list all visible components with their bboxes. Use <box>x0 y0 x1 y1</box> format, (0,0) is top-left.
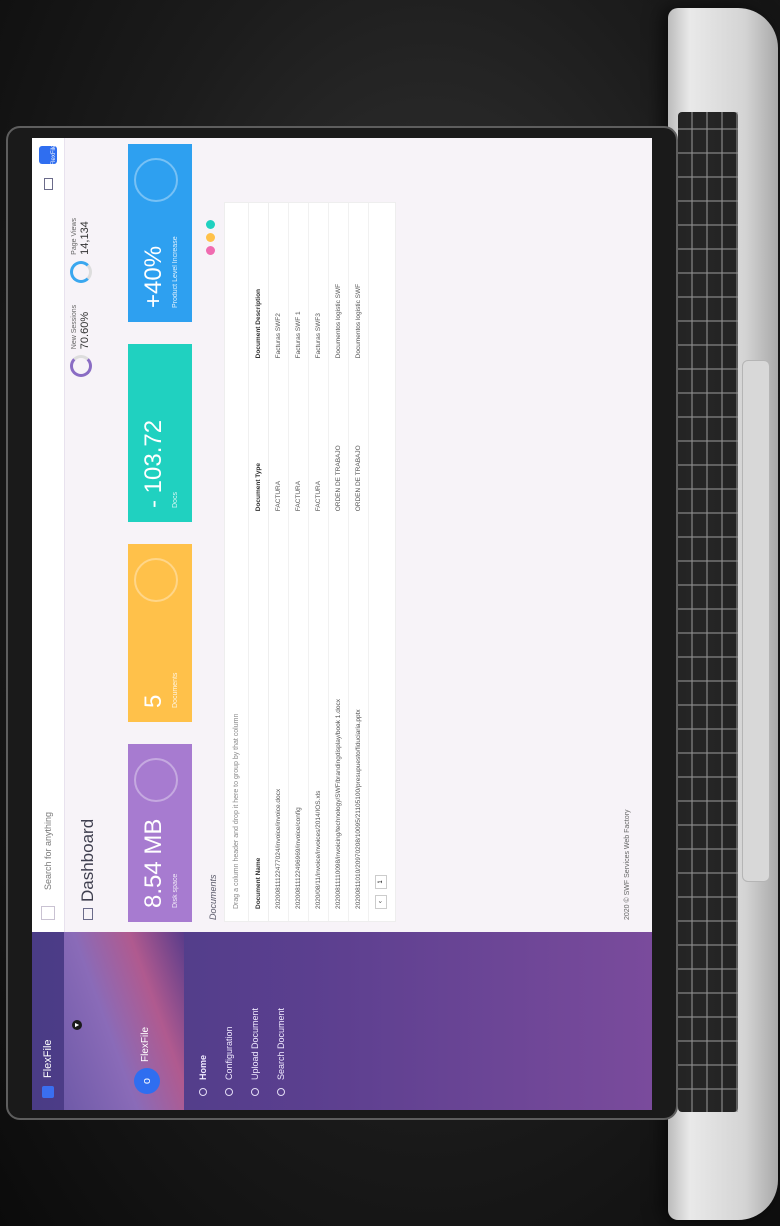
card-disk-space[interactable]: 8.54 MB Disk space <box>128 744 192 922</box>
dot-teal-icon[interactable] <box>206 220 215 229</box>
laptop-keyboard <box>678 112 738 1112</box>
table-cell: FACTURA <box>268 370 289 524</box>
home-icon <box>199 1088 207 1096</box>
upload-icon <box>251 1088 259 1096</box>
sidebar-item-search-document[interactable]: Search Document <box>268 932 294 1110</box>
window-dots <box>206 220 215 255</box>
group-drop-zone[interactable]: Drag a column header and drop it here to… <box>225 203 249 921</box>
table-cell: FACTURA <box>288 370 309 524</box>
chevron-down-icon[interactable]: ▼ <box>72 1020 82 1030</box>
documents-table: Document Name Document Type Document Des… <box>249 203 369 921</box>
laptop-screen: FlexFile ▼ o FlexFile Home Configuration <box>32 138 652 1110</box>
pagination: ‹ 1 <box>369 203 393 921</box>
table-cell: Facturas SWF 1 <box>288 203 309 371</box>
table-header-row: Document Name Document Type Document Des… <box>249 203 269 921</box>
sidebar-item-upload-document[interactable]: Upload Document <box>242 932 268 1110</box>
card-value: +40% <box>140 245 167 308</box>
sidebar-header: FlexFile <box>32 932 64 1110</box>
header-stats: New Sessions 70.60% Page Views 14,134 <box>70 218 92 378</box>
top-avatar[interactable]: FlexFile <box>39 144 57 166</box>
sidebar-item-configuration[interactable]: Configuration <box>216 932 242 1110</box>
table-row[interactable]: 20200811110098/invoicing/technology/SWF/… <box>328 203 349 921</box>
table-cell: 20200811122496969/invoice/config <box>288 523 309 921</box>
card-value: 8.54 MB <box>140 818 167 908</box>
stat-value: 70.60% <box>79 311 92 350</box>
table-cell: ORDEN DE TRABAJO <box>328 370 349 524</box>
card-label: Docs <box>172 492 179 508</box>
table-cell: Documentos logistic SWF <box>348 203 369 371</box>
table-row[interactable]: 2020/08/11/invoice/invoices/2014/IOS.xls… <box>308 203 329 921</box>
card-documents[interactable]: 5 Documents <box>128 544 192 722</box>
card-label: Documents <box>172 672 179 708</box>
sidebar: FlexFile ▼ o FlexFile Home Configuration <box>32 932 652 1110</box>
card-value: 5 <box>140 694 167 708</box>
laptop-trackpad <box>742 360 770 882</box>
app-name: FlexFile <box>42 1039 54 1078</box>
column-header[interactable]: Document Name <box>249 523 269 921</box>
dashboard-icon <box>83 908 93 920</box>
column-header[interactable]: Document Description <box>249 203 269 371</box>
card-label: Product Level Increase <box>172 236 179 308</box>
table-cell: 20200811010/20970208/10095/21105100/pres… <box>348 523 369 921</box>
page-header: Dashboard <box>78 819 98 920</box>
page-title: Dashboard <box>78 818 97 902</box>
footer-copyright: 2020 © SWF Services Web Factory <box>624 809 631 920</box>
dot-pink-icon[interactable] <box>206 246 215 255</box>
stat-page-views: Page Views 14,134 <box>70 218 92 283</box>
table-row[interactable]: 20200811010/20970208/10095/21105100/pres… <box>348 203 369 921</box>
table-row[interactable]: 20200811122496969/invoice/config FACTURA… <box>288 203 309 921</box>
stat-label: New Sessions <box>70 304 78 350</box>
top-bar: Search for anything FlexFile <box>32 138 65 932</box>
table-cell: 2020/08/11/invoice/invoices/2014/IOS.xls <box>308 523 329 921</box>
search-input[interactable]: Search for anything <box>43 190 53 890</box>
stat-value: 14,134 <box>79 221 92 255</box>
app-logo-icon <box>42 1086 54 1098</box>
grid-icon[interactable] <box>43 178 53 190</box>
ring-chart-icon <box>70 260 92 283</box>
card-value: - 103.72 <box>140 419 167 508</box>
sidebar-item-home[interactable]: Home <box>190 932 216 1110</box>
sidebar-item-label: Home <box>198 1054 208 1080</box>
stat-new-sessions: New Sessions 70.60% <box>70 304 92 378</box>
menu-toggle-button[interactable] <box>41 906 55 920</box>
table-cell: FACTURA <box>308 370 329 524</box>
table-cell: Facturas SWF3 <box>308 203 329 371</box>
summary-cards: 8.54 MB Disk space 5 Documents - 103.72 … <box>128 144 192 922</box>
avatar[interactable]: o <box>134 1068 160 1094</box>
previous-page-button[interactable]: ‹ <box>375 895 387 909</box>
dashboard-app: FlexFile ▼ o FlexFile Home Configuration <box>32 138 652 1110</box>
sidebar-item-label: Search Document <box>276 1007 286 1080</box>
card-docs[interactable]: - 103.72 Docs <box>128 344 192 522</box>
table-row[interactable]: 20200811122477024/invoice/invoice.docx F… <box>268 203 289 921</box>
page-number-button[interactable]: 1 <box>375 875 387 889</box>
documents-section-title: Documents <box>208 874 218 920</box>
circles-icon <box>134 758 178 802</box>
stat-label: Page Views <box>70 218 78 255</box>
globe-icon <box>134 158 178 202</box>
dot-yellow-icon[interactable] <box>206 233 215 242</box>
ring-chart-icon <box>70 355 92 378</box>
table-cell: Documentos logistic SWF <box>328 203 349 371</box>
sidebar-banner: ▼ o FlexFile <box>64 932 184 1110</box>
sidebar-item-label: Configuration <box>224 1026 234 1080</box>
folder-icon <box>277 1088 285 1096</box>
sidebar-item-label: Upload Document <box>250 1007 260 1080</box>
documents-grid: Drag a column header and drop it here to… <box>224 202 396 922</box>
table-cell: 20200811122477024/invoice/invoice.docx <box>268 523 289 921</box>
column-header[interactable]: Document Type <box>249 370 269 524</box>
gear-icon <box>225 1088 233 1096</box>
document-icon <box>134 558 178 602</box>
sidebar-menu: Home Configuration Upload Document Searc… <box>184 932 294 1110</box>
card-product-level[interactable]: +40% Product Level Increase <box>128 144 192 322</box>
table-cell: Facturas SWF2 <box>268 203 289 371</box>
table-cell: 20200811110098/invoicing/technology/SWF/… <box>328 523 349 921</box>
user-name: FlexFile <box>140 1026 151 1062</box>
card-label: Disk space <box>172 873 179 908</box>
table-cell: ORDEN DE TRABAJO <box>348 370 369 524</box>
